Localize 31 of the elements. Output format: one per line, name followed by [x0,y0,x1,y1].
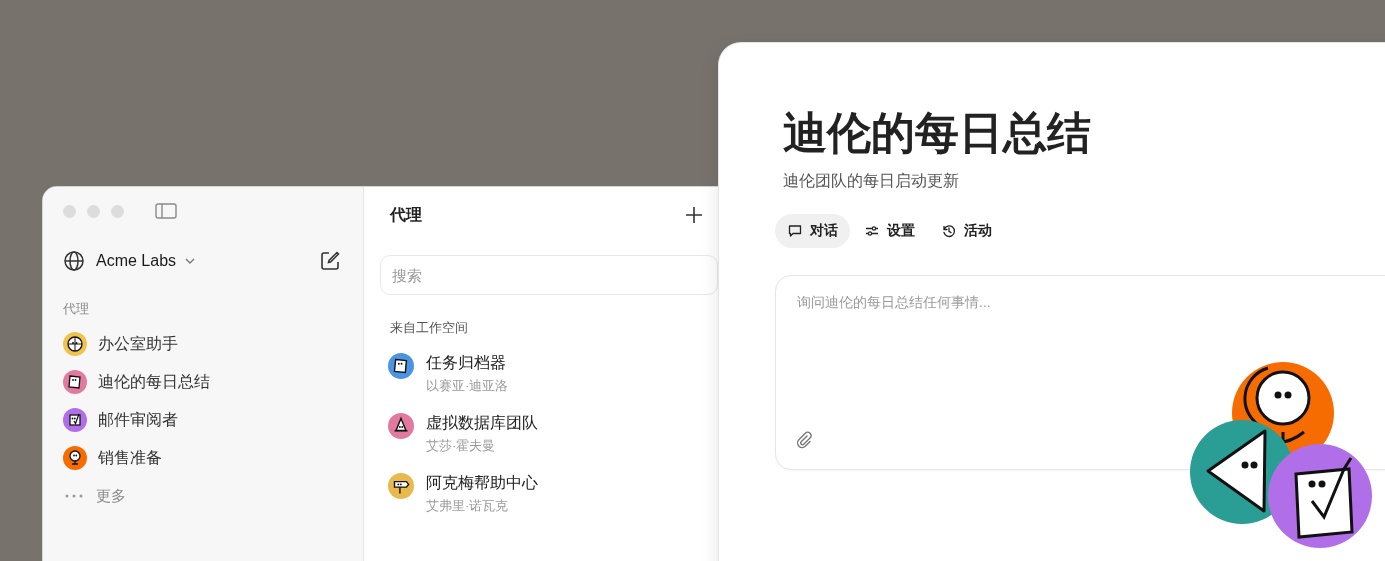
more-icon[interactable] [65,494,83,498]
sidebar-item[interactable]: 迪伦的每日总结 [98,371,210,393]
globe-icon [63,250,85,272]
sidebar-item[interactable]: 邮件审阅者 [98,409,178,431]
section-label: 代理 [63,300,90,318]
agent-name[interactable]: 阿克梅帮助中心 [426,473,538,494]
sidebar-item[interactable]: 办公室助手 [98,333,178,355]
chat-icon [787,223,803,239]
message-field[interactable]: 询问迪伦的每日总结任何事情... [775,275,1385,470]
chevron-down-icon[interactable] [184,257,197,265]
agent-subtitle: 迪伦团队的每日启动更新 [783,171,960,191]
sliders-icon [864,223,880,239]
agent-owner: 艾弗里·诺瓦克 [426,497,510,515]
agent-owner: 艾莎·霍夫曼 [426,437,497,455]
sidebar-item[interactable]: 销售准备 [98,447,162,469]
section-label: 来自工作空间 [390,319,469,337]
compose-icon[interactable] [319,250,341,272]
search-field[interactable]: 搜索 [380,255,718,295]
agent-name[interactable]: 任务归档器 [426,353,509,374]
tab[interactable]: 对话 [775,214,850,248]
panel-title: 代理 [390,204,422,225]
sidebar-toggle-icon[interactable] [155,203,177,219]
tab[interactable]: 活动 [929,214,1004,248]
agent-owner: 以赛亚·迪亚洛 [426,377,509,395]
add-icon[interactable] [685,206,703,224]
history-icon [941,223,957,239]
agent-name[interactable]: 虚拟数据库团队 [426,413,538,434]
workspace-name[interactable]: Acme Labs [96,252,177,270]
agent-title: 迪伦的每日总结 [783,107,1092,159]
paperclip-icon[interactable] [795,431,813,449]
tab[interactable]: 设置 [852,214,927,248]
